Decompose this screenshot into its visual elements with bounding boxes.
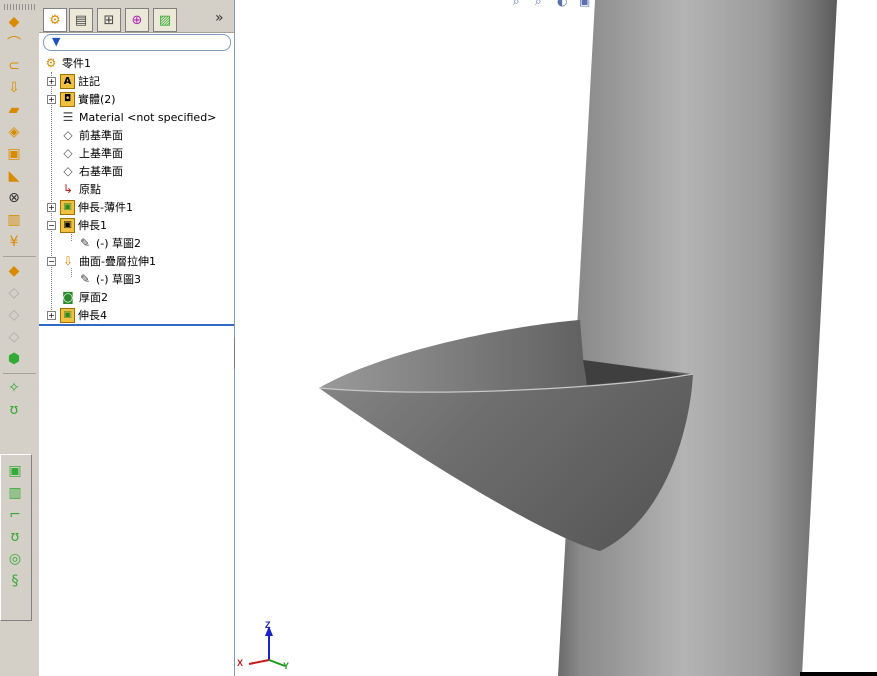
tree-item-label: 註記: [78, 75, 100, 88]
triad-x-label: X: [237, 658, 244, 668]
helix-icon[interactable]: ʊ: [3, 400, 25, 420]
tree-item-label: 伸長1: [78, 219, 107, 232]
cylinder-body[interactable]: [558, 0, 837, 676]
extrude-icon: ▣: [60, 307, 75, 323]
triad-z-label: Z: [265, 620, 271, 630]
tree-item-label: 曲面-疊層拉伸1: [79, 255, 156, 268]
annotations-icon: A: [60, 73, 75, 89]
filter-icon: ▼: [52, 35, 61, 48]
extrude-icon[interactable]: ◆: [3, 12, 25, 32]
tree-item-surface-loft1[interactable]: − ⇩ 曲面-疊層拉伸1: [47, 252, 156, 270]
expand-tabs-icon[interactable]: »: [215, 10, 224, 26]
thicken-icon: ◙: [62, 290, 74, 304]
collapse-toggle[interactable]: −: [47, 256, 56, 266]
material-icon: ☰: [62, 110, 74, 124]
helix-spiral-icon[interactable]: §: [4, 571, 26, 591]
tree-item-label: 上基準面: [79, 147, 123, 160]
expand-toggle[interactable]: +: [47, 94, 56, 104]
tree-item-label: 零件1: [62, 57, 91, 70]
solid-bodies-icon: ◘: [60, 91, 75, 107]
extrude-thin-icon: ▣: [60, 199, 75, 215]
sweep-icon[interactable]: ⊂: [3, 56, 25, 76]
feature-manager-panel: ⚙ ▤ ⊞ ⊕ ▨ » ▼ ⚙ 零件1 + A 註記 + ◘ 實體(2) ☰ M…: [39, 0, 235, 676]
spline-icon[interactable]: ✧: [3, 378, 25, 398]
dome-icon[interactable]: ¥: [3, 232, 25, 252]
part-icon: ⚙: [45, 56, 57, 70]
fillet-icon[interactable]: ◈: [3, 122, 25, 142]
toolbar-separator: [3, 256, 36, 257]
configurationmanager-tab[interactable]: ⊞: [97, 8, 121, 32]
toolbar-grip[interactable]: [4, 4, 35, 10]
tree-item-extrude4[interactable]: + ▣ 伸長4: [47, 306, 107, 324]
tree-item-label: 伸長-薄件1: [78, 201, 133, 214]
graphics-area[interactable]: ⌕ ⌕ ◐ ▣ ◧ ◩ ❖ ◉ ▭: [235, 0, 877, 676]
tree-item-origin[interactable]: ↳ 原點: [47, 180, 101, 198]
rollback-bar[interactable]: [39, 324, 234, 326]
propertymanager-tab[interactable]: ▤: [69, 8, 93, 32]
expand-toggle[interactable]: +: [47, 76, 56, 86]
tree-item-label: 前基準面: [79, 129, 123, 142]
plane-icon: ◇: [63, 128, 73, 142]
pattern-icon[interactable]: ◇: [3, 283, 25, 303]
mirror-icon[interactable]: ◆: [3, 261, 25, 281]
tree-item-extrude1[interactable]: − ▣ 伸長1: [47, 216, 107, 234]
feature-manager-tabs: ⚙ ▤ ⊞ ⊕ ▨ »: [39, 0, 234, 33]
shell-icon[interactable]: ▣: [3, 144, 25, 164]
curves-toolbar: ▣ ▥ ⌐ ʊ ◎ §: [0, 454, 32, 621]
curve-through-xyz-icon[interactable]: ◎: [4, 549, 26, 569]
extrude-icon: ▣: [60, 217, 75, 233]
plane-icon: ◇: [63, 164, 73, 178]
tree-item-thicken2[interactable]: ◙ 厚面2: [47, 288, 108, 306]
tree-item-annotations[interactable]: + A 註記: [47, 72, 100, 90]
tree-item-front-plane[interactable]: ◇ 前基準面: [47, 126, 123, 144]
tree-item-label: (-) 草圖2: [96, 237, 142, 250]
filter-input[interactable]: ▼: [43, 34, 231, 51]
tree-item-label: (-) 草圖3: [96, 273, 142, 286]
split-line-icon[interactable]: ▣: [4, 461, 26, 481]
tree-item-label: 右基準面: [79, 165, 123, 178]
tree-item-material[interactable]: ☰ Material <not specified>: [47, 108, 217, 126]
collapse-toggle[interactable]: −: [47, 220, 56, 230]
tree-item-label: 伸長4: [78, 309, 107, 322]
draft-icon[interactable]: ⊗: [3, 188, 25, 208]
dimxpert-tab[interactable]: ⊕: [125, 8, 149, 32]
tree-item-label: 實體(2): [78, 93, 116, 106]
plane-icon: ◇: [63, 146, 73, 160]
orientation-triad: [248, 626, 286, 667]
tree-item-solid-bodies[interactable]: + ◘ 實體(2): [47, 90, 116, 108]
tree-item-sketch3[interactable]: ✎ (-) 草圖3: [77, 270, 141, 288]
tree-item-label: 厚面2: [79, 291, 108, 304]
rib-icon[interactable]: ◣: [3, 166, 25, 186]
tree-item-label: Material <not specified>: [79, 110, 217, 124]
toolbar-separator: [3, 373, 36, 374]
tree-item-extrude-thin1[interactable]: + ▣ 伸長-薄件1: [47, 198, 133, 216]
loft-icon[interactable]: ⇩: [3, 78, 25, 98]
featuremanager-tab[interactable]: ⚙: [43, 8, 67, 32]
expand-toggle[interactable]: +: [47, 202, 56, 212]
triad-y-label: Y: [283, 661, 290, 671]
ruled-surface-icon[interactable]: ◇: [3, 327, 25, 347]
curve-through-points-icon[interactable]: ʊ: [4, 527, 26, 547]
wrap-icon[interactable]: ▥: [3, 210, 25, 230]
surface-loft-icon: ⇩: [62, 254, 74, 268]
tree-item-top-plane[interactable]: ◇ 上基準面: [47, 144, 123, 162]
projected-curve-icon[interactable]: ▥: [4, 483, 26, 503]
tree-item-right-plane[interactable]: ◇ 右基準面: [47, 162, 123, 180]
tree-item-part[interactable]: ⚙ 零件1: [43, 54, 91, 72]
boundary-icon[interactable]: ▰: [3, 100, 25, 120]
revolve-icon[interactable]: ⌒: [3, 34, 25, 54]
tree-item-label: 原點: [79, 183, 101, 196]
curve-icon[interactable]: ◇: [3, 305, 25, 325]
sketch-icon: ✎: [79, 272, 91, 286]
tree-item-sketch2[interactable]: ✎ (-) 草圖2: [77, 234, 141, 252]
display-manager-tab[interactable]: ▨: [153, 8, 177, 32]
sketch-icon: ✎: [79, 236, 91, 250]
model-view[interactable]: [235, 0, 877, 676]
composite-curve-icon[interactable]: ⌐: [4, 505, 26, 525]
plane-icon[interactable]: ⬢: [3, 349, 25, 369]
expand-toggle[interactable]: +: [47, 310, 56, 320]
origin-icon: ↳: [62, 182, 74, 196]
